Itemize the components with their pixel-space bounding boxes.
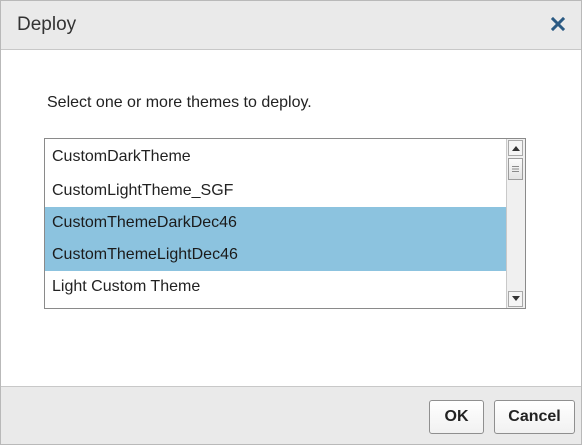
chevron-down-icon bbox=[511, 296, 520, 301]
themes-listbox[interactable]: CustomDarkTheme CustomLightTheme_SGF Cus… bbox=[44, 138, 526, 309]
themes-list: CustomDarkTheme CustomLightTheme_SGF Cus… bbox=[45, 139, 507, 308]
close-icon[interactable] bbox=[545, 11, 571, 37]
scroll-up-button[interactable] bbox=[508, 140, 523, 156]
scroll-thumb[interactable] bbox=[508, 158, 523, 180]
scroll-down-button[interactable] bbox=[508, 291, 523, 307]
dialog-titlebar: Deploy bbox=[1, 1, 581, 50]
list-item[interactable]: CustomDarkTheme bbox=[45, 139, 507, 175]
list-item[interactable]: CustomThemeDarkDec46 bbox=[45, 207, 507, 239]
ok-button[interactable]: OK bbox=[429, 400, 484, 434]
grip-icon bbox=[512, 166, 519, 172]
cancel-button[interactable]: Cancel bbox=[494, 400, 575, 434]
chevron-up-icon bbox=[511, 146, 520, 151]
list-item[interactable]: Light Custom Theme bbox=[45, 271, 507, 303]
list-item[interactable]: CustomThemeLightDec46 bbox=[45, 239, 507, 271]
dialog-title: Deploy bbox=[17, 14, 77, 35]
instructions-text: Select one or more themes to deploy. bbox=[47, 94, 312, 111]
deploy-dialog: Deploy Select one or more themes to depl… bbox=[0, 0, 582, 445]
dialog-footer: OK Cancel bbox=[1, 386, 581, 444]
vertical-scrollbar[interactable] bbox=[506, 139, 525, 308]
list-item[interactable]: CustomLightTheme_SGF bbox=[45, 175, 507, 207]
